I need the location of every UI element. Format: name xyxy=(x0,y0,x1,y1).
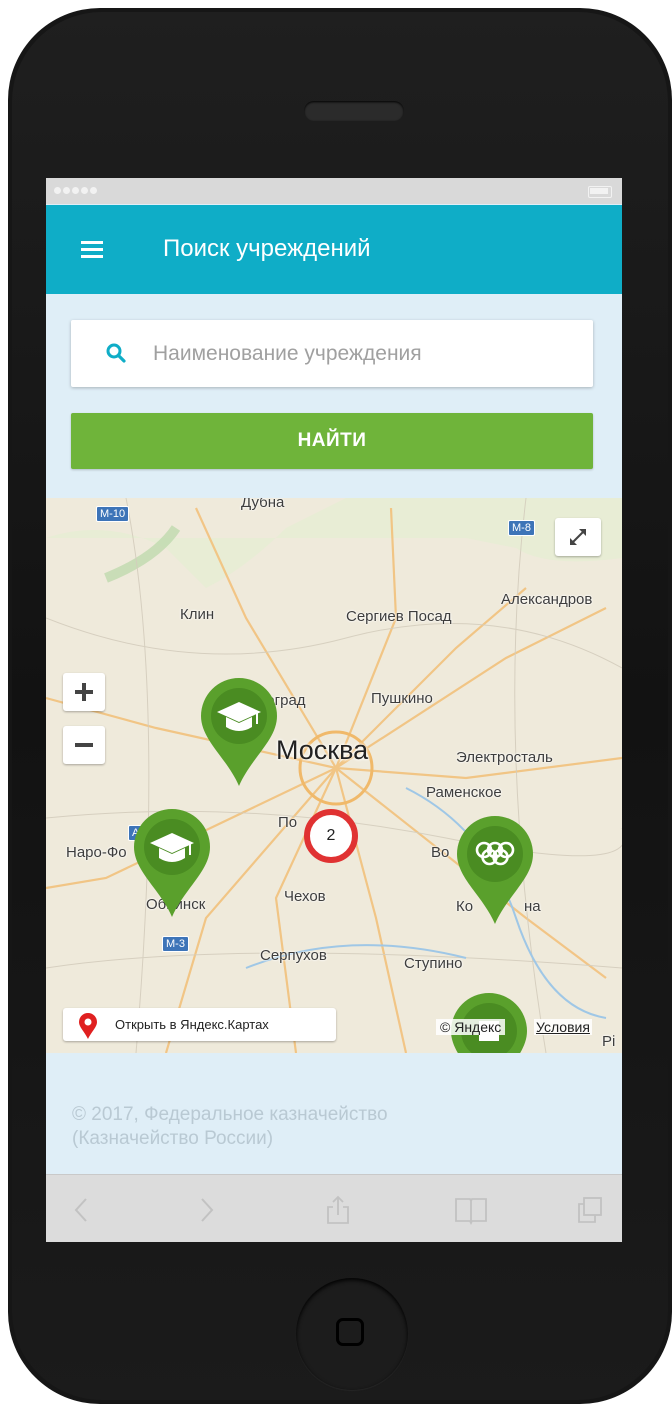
back-icon[interactable] xyxy=(68,1195,96,1225)
city-label: Наро-Фо xyxy=(66,844,127,861)
map-marker[interactable] xyxy=(455,816,535,926)
expand-icon xyxy=(570,529,586,545)
city-label: Во xyxy=(431,844,450,861)
forward-icon[interactable] xyxy=(192,1195,220,1225)
road-label-m10: M-10 xyxy=(96,506,130,522)
city-label: Рі xyxy=(602,1033,616,1050)
home-button-icon xyxy=(336,1318,364,1346)
share-icon[interactable] xyxy=(324,1195,352,1225)
city-label: Сергиев Посад xyxy=(346,608,452,625)
home-button[interactable] xyxy=(296,1278,408,1390)
phone-speaker xyxy=(304,101,404,121)
page-title: Поиск учреждений xyxy=(163,235,371,262)
bookmarks-icon[interactable] xyxy=(454,1195,488,1225)
map[interactable]: M-10 M-8 A- M-3 Дубна Александров Клин С… xyxy=(46,498,622,1053)
city-label: Дубна xyxy=(241,498,285,511)
search-box xyxy=(71,320,593,387)
city-label: Пушкино xyxy=(371,690,433,707)
marker-cluster[interactable]: 2 xyxy=(304,809,358,863)
city-label: Александров xyxy=(501,591,593,608)
road-label-m8: M-8 xyxy=(508,520,535,536)
footer-line-2: (Казначейство России) xyxy=(72,1128,274,1149)
city-label: Серпухов xyxy=(260,947,327,964)
map-background xyxy=(46,498,622,1053)
tabs-icon[interactable] xyxy=(576,1195,604,1225)
app-bar: Поиск учреждений xyxy=(46,205,622,294)
hamburger-menu-icon[interactable] xyxy=(81,241,103,259)
status-bar xyxy=(46,178,622,204)
map-marker[interactable] xyxy=(132,809,212,919)
footer-copyright: © 2017, Федеральное казначейство (Казнач… xyxy=(72,1103,492,1151)
map-marker[interactable] xyxy=(199,678,279,788)
zoom-out-button[interactable] xyxy=(63,726,105,764)
footer-line-1: © 2017, Федеральное казначейство xyxy=(72,1104,388,1125)
yandex-copyright: © Яндекс xyxy=(436,1019,506,1035)
city-label: Электросталь xyxy=(456,749,553,766)
city-label: По xyxy=(278,814,298,831)
battery-icon xyxy=(588,186,612,198)
search-icon xyxy=(106,343,126,363)
phone-screen: Поиск учреждений НАЙТИ xyxy=(46,178,622,1242)
signal-icon xyxy=(54,187,97,194)
find-button[interactable]: НАЙТИ xyxy=(71,413,593,469)
browser-toolbar xyxy=(46,1174,622,1242)
city-label: Ступино xyxy=(404,955,463,972)
zoom-in-button[interactable] xyxy=(63,673,105,711)
open-in-yandex-maps-link[interactable]: Открыть в Яндекс.Картах xyxy=(63,1008,336,1041)
map-pin-icon xyxy=(79,1013,97,1039)
open-in-maps-label: Открыть в Яндекс.Картах xyxy=(115,1017,269,1032)
city-label: Раменское xyxy=(426,784,502,801)
city-label: Чехов xyxy=(284,888,326,905)
road-label-m3: M-3 xyxy=(162,936,189,952)
terms-link[interactable]: Условия xyxy=(534,1019,592,1035)
fullscreen-button[interactable] xyxy=(555,518,601,556)
city-label-moscow: Москва xyxy=(276,735,369,765)
city-label: Клин xyxy=(180,606,215,623)
cluster-count: 2 xyxy=(326,827,336,844)
search-input[interactable] xyxy=(153,320,573,387)
